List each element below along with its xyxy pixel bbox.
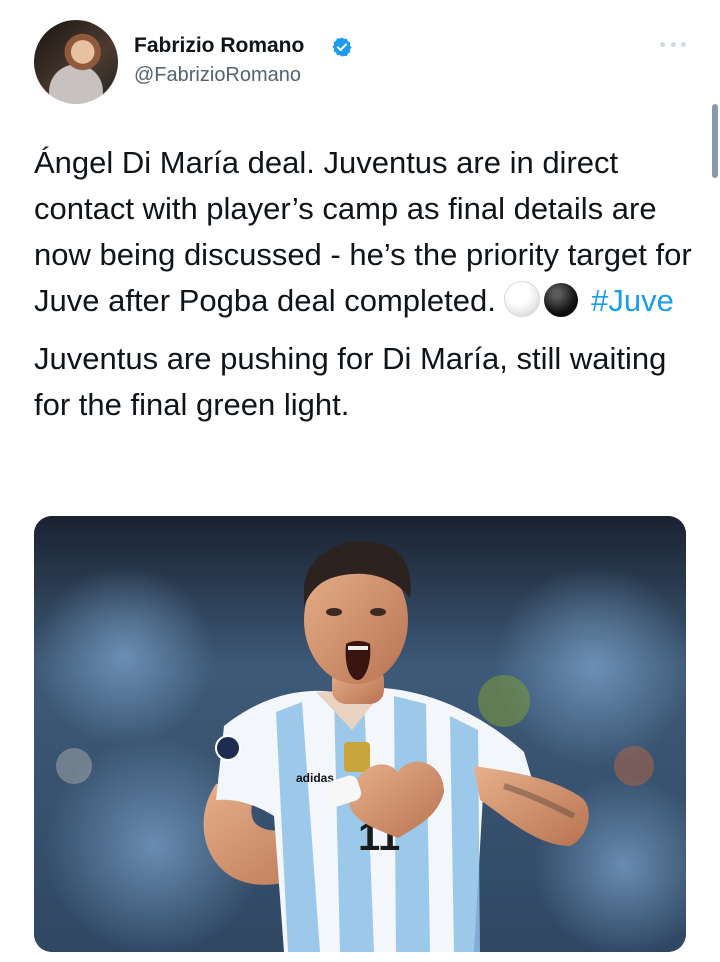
hashtag-link[interactable]: #Juve [591, 283, 674, 318]
author-avatar[interactable] [34, 20, 118, 104]
verified-badge-icon [332, 37, 352, 57]
player-photo-illustration: adidas 11 [34, 516, 686, 952]
tweet-text: Ángel Di María deal. Juventus are in dir… [34, 140, 694, 324]
white-circle-emoji-icon [504, 281, 541, 317]
black-circle-emoji-icon [544, 283, 579, 317]
author-handle[interactable]: @FabrizioRomano [134, 64, 301, 87]
tweet-header: Fabrizio Romano @FabrizioRomano [34, 20, 686, 110]
more-options-icon[interactable] [660, 38, 686, 50]
tweet-text-second: Juventus are pushing for Di María, still… [34, 341, 667, 422]
tweet-body: Ángel Di María deal. Juventus are in dir… [34, 140, 694, 428]
scrollbar[interactable] [712, 104, 718, 178]
tweet-media-photo[interactable]: adidas 11 [34, 516, 686, 952]
author-display-name[interactable]: Fabrizio Romano [134, 34, 304, 58]
